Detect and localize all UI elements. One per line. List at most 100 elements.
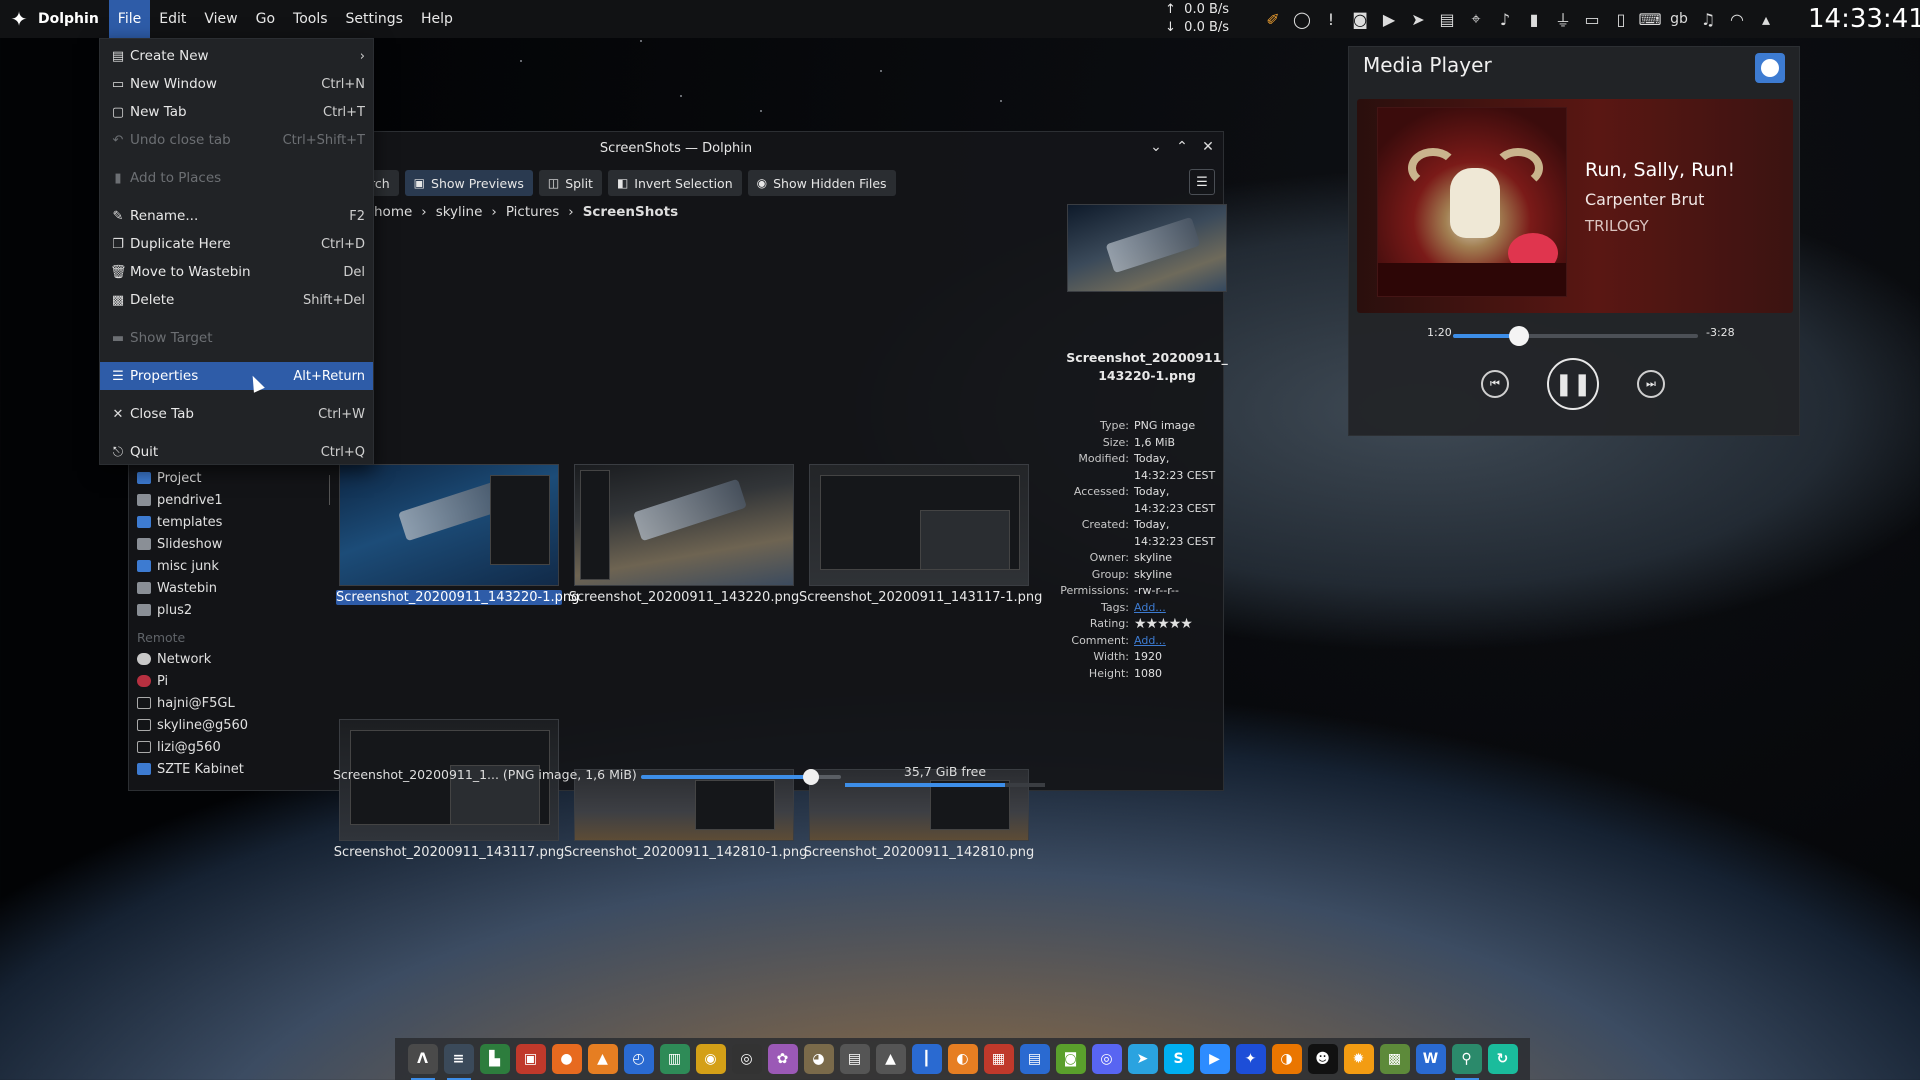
app-launcher-icon[interactable]: ✦: [0, 0, 38, 38]
menu-item-new-window[interactable]: ▭ New Window Ctrl+N: [100, 70, 373, 98]
remote-item[interactable]: hajni@F5GL: [129, 692, 329, 714]
menu-item-close-tab[interactable]: ✕ Close Tab Ctrl+W: [100, 400, 373, 428]
maximize-icon[interactable]: ⌃: [1173, 136, 1191, 158]
menu-item-rename[interactable]: ✎ Rename... F2: [100, 202, 373, 230]
microphone-icon[interactable]: ♫: [1697, 8, 1719, 30]
media-play-icon[interactable]: ▶: [1378, 8, 1400, 30]
phone-icon[interactable]: ▯: [1610, 8, 1632, 30]
previous-track-icon[interactable]: ⏮: [1481, 370, 1509, 398]
places-item[interactable]: pendrive1: [129, 489, 329, 511]
document-icon[interactable]: ▤: [1019, 1044, 1050, 1074]
obs-icon[interactable]: ◎: [731, 1044, 762, 1074]
notes-icon[interactable]: ≡: [443, 1044, 474, 1080]
places-item[interactable]: templates: [129, 511, 329, 533]
volume-icon[interactable]: ♪: [1494, 8, 1516, 30]
discord-icon[interactable]: ◙: [1349, 8, 1371, 30]
tool-icon[interactable]: ⚲: [1451, 1044, 1482, 1080]
places-item[interactable]: Slideshow: [129, 533, 329, 555]
split-button[interactable]: ◫ Split: [538, 170, 602, 196]
show-previews-button[interactable]: ▣ Show Previews: [404, 170, 533, 196]
breadcrumb-skyline[interactable]: skyline: [436, 204, 483, 220]
menu-go[interactable]: Go: [247, 0, 284, 38]
pen-icon[interactable]: ✐: [1262, 8, 1284, 30]
upload-icon[interactable]: ▲: [875, 1044, 906, 1074]
remote-item[interactable]: Network: [129, 648, 329, 670]
menu-item-delete[interactable]: ▩ Delete Shift+Del: [100, 286, 373, 314]
wifi-icon[interactable]: ◠: [1726, 8, 1748, 30]
menu-item-new-tab[interactable]: ▢ New Tab Ctrl+T: [100, 98, 373, 126]
menu-edit[interactable]: Edit: [150, 0, 195, 38]
menu-item-properties[interactable]: ☰ Properties Alt+Return: [100, 362, 373, 390]
hamburger-menu-icon[interactable]: ☰: [1189, 169, 1215, 195]
send-icon[interactable]: ➤: [1407, 8, 1429, 30]
blender-icon[interactable]: ◐: [947, 1044, 978, 1074]
next-track-icon[interactable]: ⏭: [1637, 370, 1665, 398]
menu-item-create-new[interactable]: ▤ Create New ›: [100, 42, 373, 70]
breadcrumb-screenshots[interactable]: ScreenShots: [583, 204, 678, 220]
location-icon[interactable]: ⌖: [1465, 8, 1487, 30]
clock-icon[interactable]: ◴: [623, 1044, 654, 1074]
menu-item-duplicate-here[interactable]: ❐ Duplicate Here Ctrl+D: [100, 230, 373, 258]
breadcrumb-home[interactable]: home: [374, 204, 412, 220]
places-item[interactable]: Wastebin: [129, 577, 329, 599]
menu-item-quit[interactable]: ⎋ Quit Ctrl+Q: [100, 438, 373, 466]
info-value[interactable]: Add...: [1134, 601, 1237, 616]
menu-tools[interactable]: Tools: [284, 0, 337, 38]
refresh-icon[interactable]: ↻: [1487, 1044, 1518, 1074]
vlc-icon[interactable]: ▲: [587, 1044, 618, 1074]
usb-device-icon[interactable]: ▤: [839, 1044, 870, 1074]
breadcrumb-pictures[interactable]: Pictures: [506, 204, 559, 220]
show-hidden-button[interactable]: ◉ Show Hidden Files: [747, 170, 896, 196]
rating-stars[interactable]: ★★★★★: [1134, 617, 1237, 632]
menu-help[interactable]: Help: [412, 0, 462, 38]
minecraft-icon[interactable]: ▩: [1379, 1044, 1410, 1074]
remote-item[interactable]: SZTE Kabinet: [129, 758, 329, 780]
gimp-icon[interactable]: ◕: [803, 1044, 834, 1074]
remote-item[interactable]: lizi@g560: [129, 736, 329, 758]
calendar-icon[interactable]: ▣: [515, 1044, 546, 1074]
keyboard-layout[interactable]: gb: [1668, 8, 1690, 30]
expand-tray-icon[interactable]: ▴: [1755, 8, 1777, 30]
places-item[interactable]: plus2: [129, 599, 329, 621]
archive-icon[interactable]: ▦: [983, 1044, 1014, 1074]
menu-item-move-to-wastebin[interactable]: 🗑 Move to Wastebin Del: [100, 258, 373, 286]
info-value[interactable]: Add...: [1134, 634, 1237, 649]
firefox-icon[interactable]: ●: [551, 1044, 582, 1074]
files-icon[interactable]: ▙: [479, 1044, 510, 1074]
avatar-icon[interactable]: ☻: [1307, 1044, 1338, 1074]
keyboard-icon[interactable]: ⌨: [1638, 8, 1661, 30]
pin-icon[interactable]: [1755, 53, 1785, 83]
ruler-icon[interactable]: ┃: [911, 1044, 942, 1074]
minimize-icon[interactable]: ⌄: [1147, 136, 1165, 158]
blender2-icon[interactable]: ◑: [1271, 1044, 1302, 1074]
palette-icon[interactable]: ✿: [767, 1044, 798, 1074]
clipboard-icon[interactable]: ▤: [1436, 8, 1458, 30]
places-item[interactable]: Project: [129, 467, 329, 489]
circle-icon[interactable]: ◯: [1291, 8, 1313, 30]
discord-icon[interactable]: ◎: [1091, 1044, 1122, 1074]
seek-handle[interactable]: [1509, 326, 1530, 346]
zoom-icon[interactable]: ▶: [1199, 1044, 1230, 1074]
ksysguard-icon[interactable]: W: [1415, 1044, 1446, 1074]
menu-file[interactable]: File: [108, 0, 151, 38]
clock[interactable]: 14:33:41: [1808, 4, 1920, 34]
remote-item[interactable]: skyline@g560: [129, 714, 329, 736]
sublime-icon[interactable]: Λ: [407, 1044, 438, 1080]
invert-selection-button[interactable]: ◧ Invert Selection: [607, 170, 742, 196]
usb-icon[interactable]: ⏚: [1552, 8, 1574, 30]
network-speed[interactable]: ↑ 0.0 B/s ↓ 0.0 B/s: [1165, 1, 1245, 37]
close-icon[interactable]: ✕: [1199, 136, 1217, 158]
settings-icon[interactable]: ✹: [1343, 1044, 1374, 1074]
zoom-slider-handle[interactable]: [803, 769, 819, 785]
menu-settings[interactable]: Settings: [337, 0, 412, 38]
music-icon[interactable]: ◉: [695, 1044, 726, 1074]
zoom-slider[interactable]: [641, 769, 841, 785]
monitor-icon[interactable]: ▥: [659, 1044, 690, 1074]
android-icon[interactable]: ◙: [1055, 1044, 1086, 1074]
display-icon[interactable]: ▭: [1581, 8, 1603, 30]
notification-icon[interactable]: !: [1320, 8, 1342, 30]
seek-slider[interactable]: [1453, 326, 1698, 346]
places-item[interactable]: misc junk: [129, 555, 329, 577]
skype-icon[interactable]: S: [1163, 1044, 1194, 1074]
menu-view[interactable]: View: [195, 0, 246, 38]
